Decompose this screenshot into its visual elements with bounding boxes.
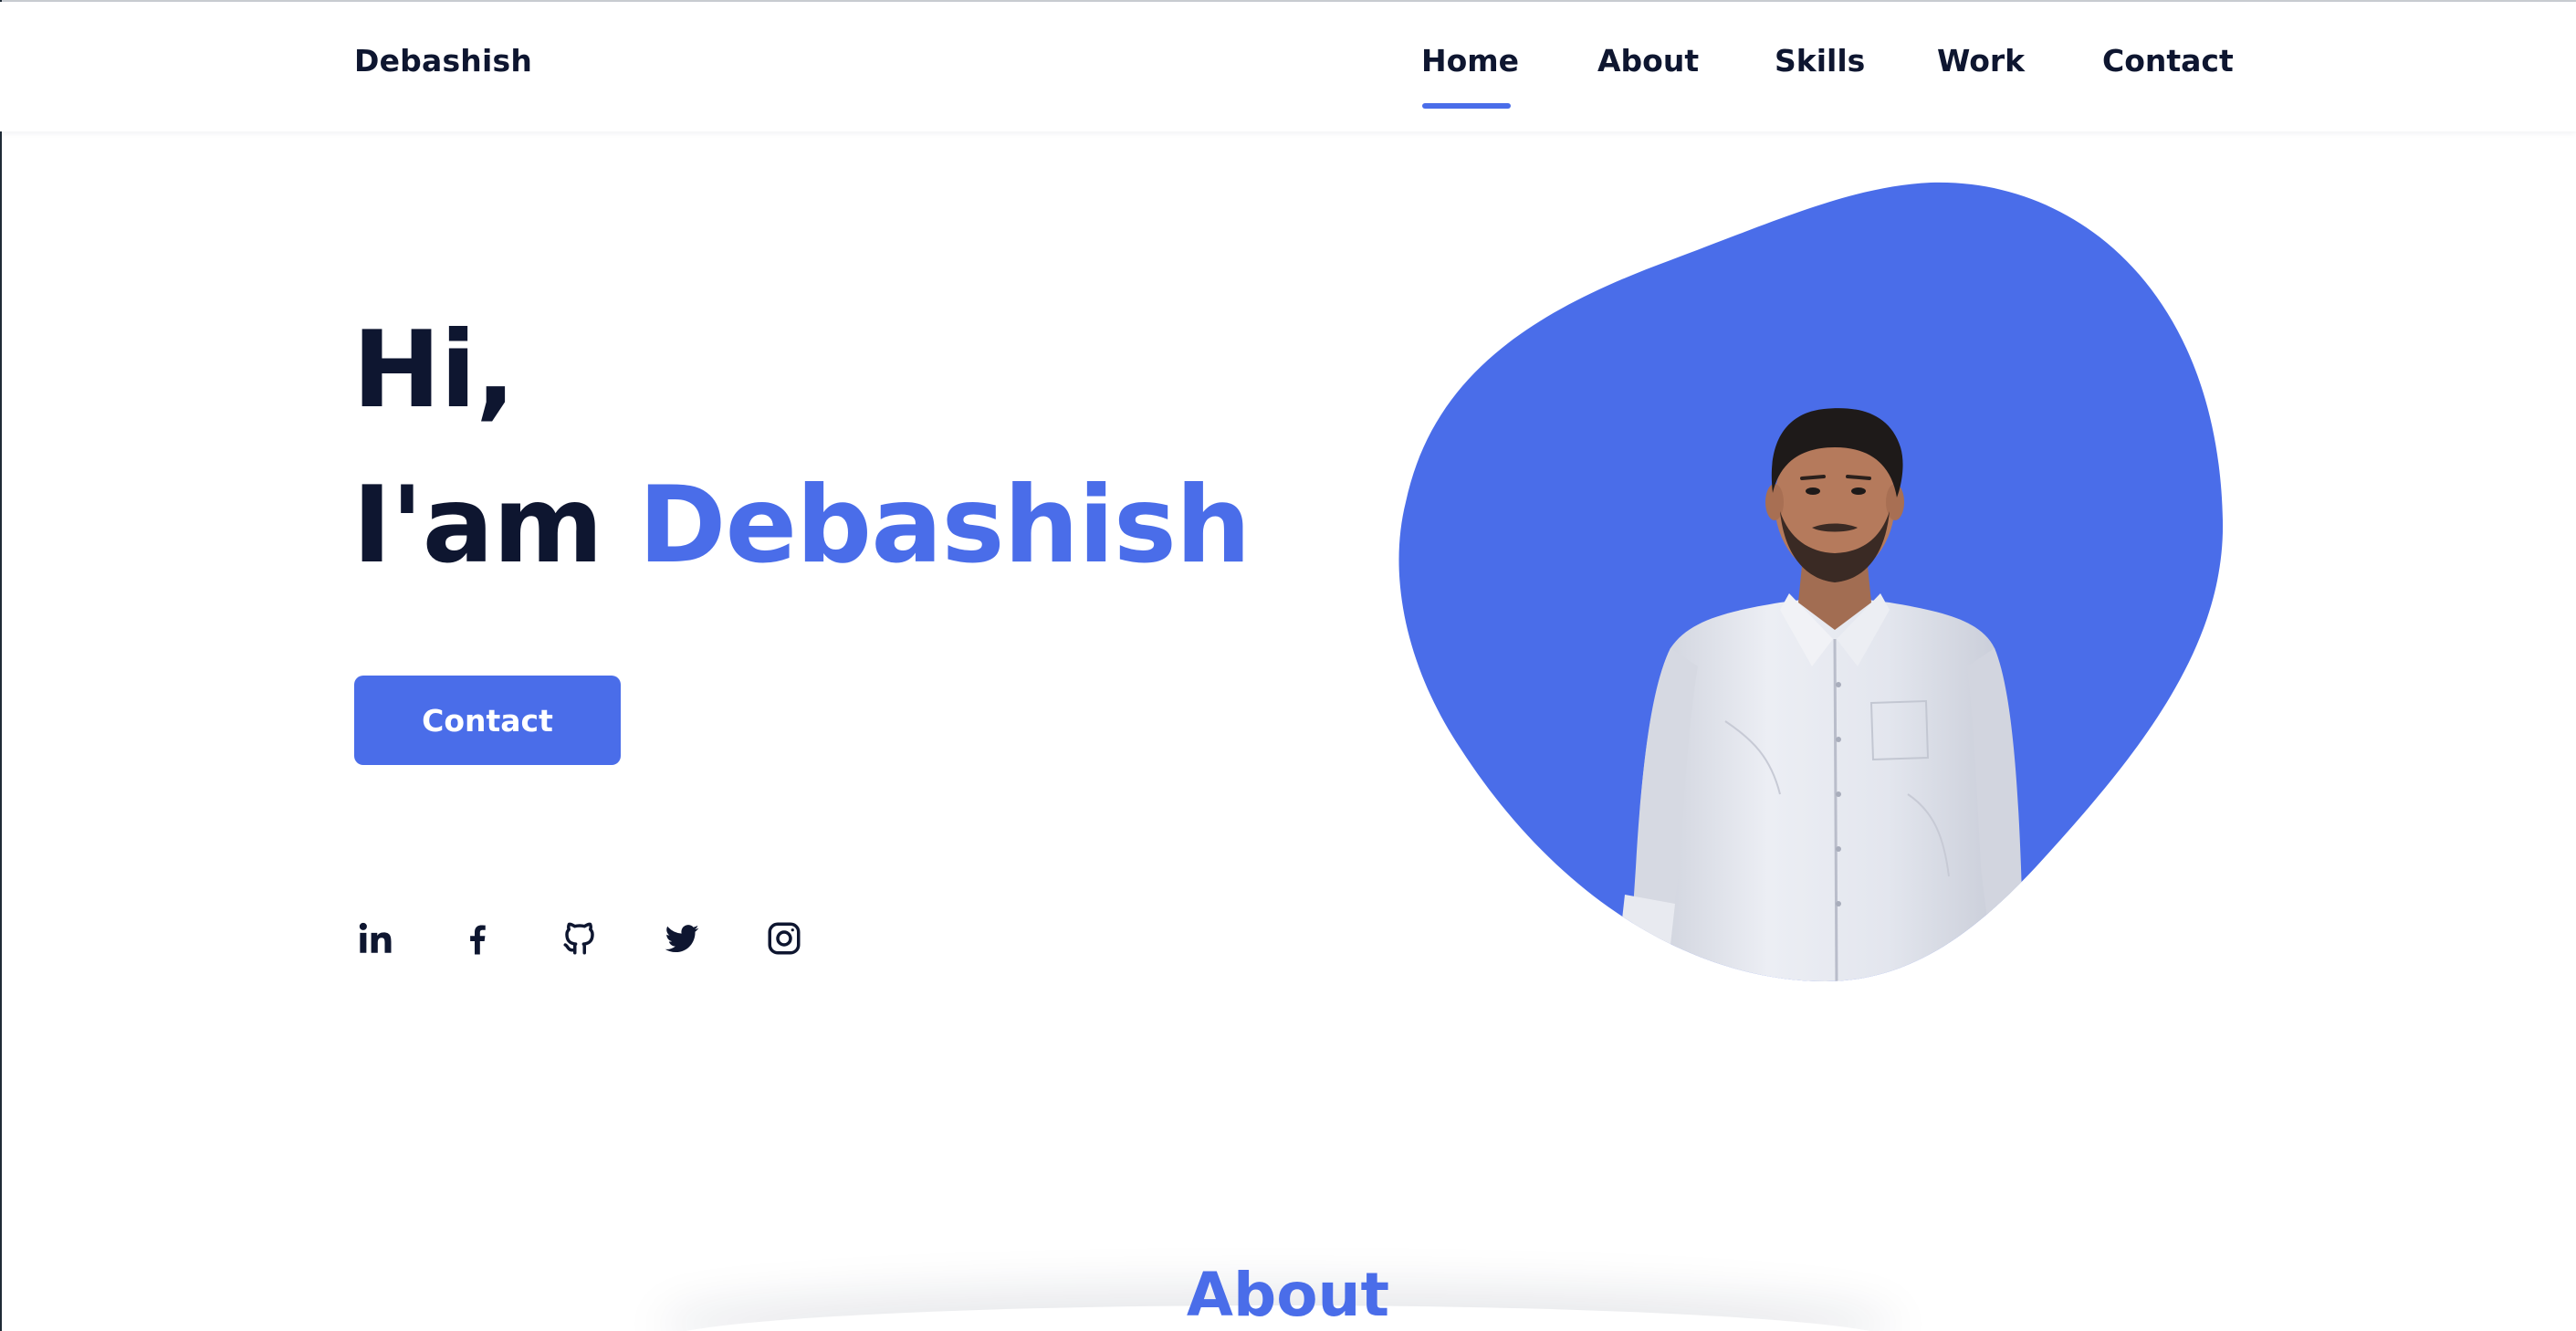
nav-skills[interactable]: Skills: [1775, 43, 1865, 79]
window-left-edge: [0, 0, 2, 1331]
portrait-photo: [1398, 182, 2224, 982]
hero-greeting: Hi,: [352, 309, 516, 432]
instagram-icon[interactable]: [763, 917, 805, 959]
contact-button[interactable]: Contact: [354, 676, 621, 765]
nav-contact[interactable]: Contact: [2102, 43, 2234, 79]
about-section-title: About: [1186, 1260, 1390, 1330]
linkedin-icon[interactable]: [354, 917, 396, 959]
site-header: Debashish Home About Skills Work Contact: [0, 2, 2576, 131]
hero-name: Debashish: [638, 464, 1251, 587]
facebook-icon[interactable]: [456, 917, 498, 959]
hero-intro: I'am Debashish: [352, 473, 1251, 579]
twitter-icon[interactable]: [661, 917, 703, 959]
hero-image-blob: [1397, 173, 2236, 995]
nav-home[interactable]: Home: [1421, 43, 1519, 79]
site-logo[interactable]: Debashish: [354, 43, 532, 79]
nav-about[interactable]: About: [1597, 43, 1699, 79]
hero-intro-prefix: I'am: [352, 464, 639, 587]
portfolio-page: Debashish Home About Skills Work Contact…: [0, 0, 2576, 1331]
nav-active-indicator: [1422, 103, 1511, 109]
github-icon[interactable]: [559, 917, 601, 959]
nav-work[interactable]: Work: [1937, 43, 2025, 79]
